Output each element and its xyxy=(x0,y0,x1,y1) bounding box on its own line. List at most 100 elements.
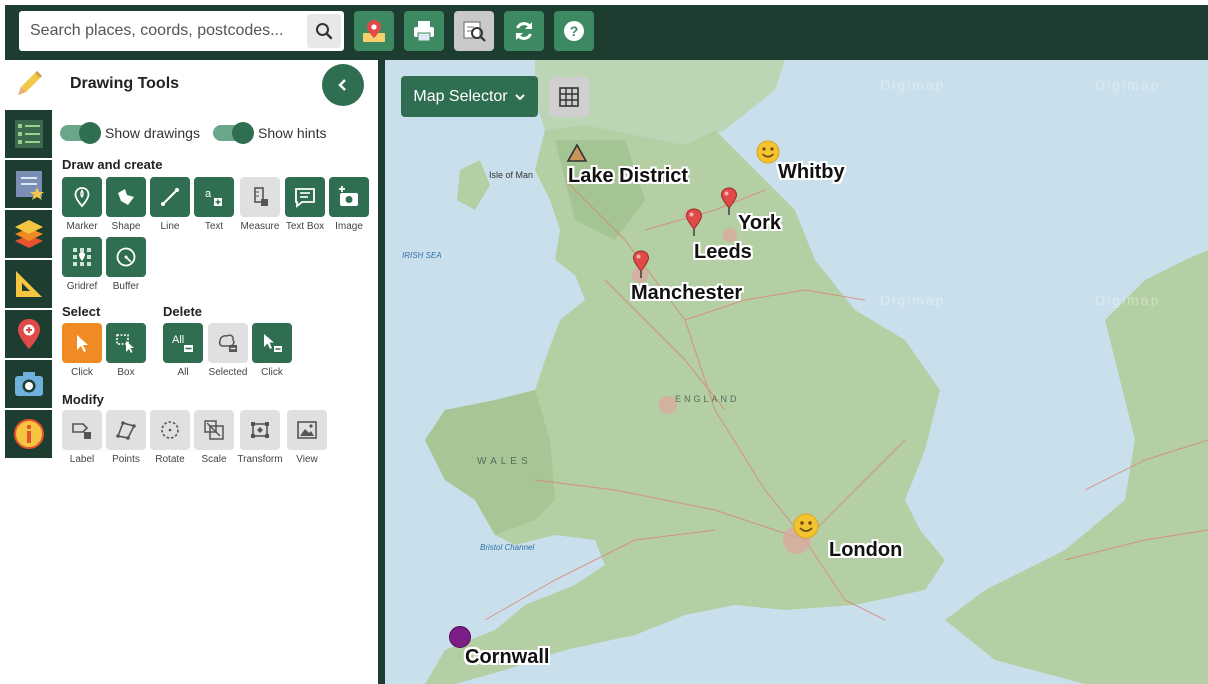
rail-layers[interactable] xyxy=(5,210,52,258)
rail-info[interactable] xyxy=(5,410,52,458)
modify-transform-button[interactable] xyxy=(240,410,280,450)
line-button[interactable] xyxy=(150,177,190,217)
modify-label-button[interactable] xyxy=(62,410,102,450)
drawing-tools-panel: Drawing Tools Show drawings Show hints D… xyxy=(52,60,378,684)
camera-icon xyxy=(14,372,43,396)
tool-shape[interactable]: Shape xyxy=(104,177,148,232)
panel-divider[interactable] xyxy=(378,60,385,684)
delete-click-icon xyxy=(264,334,282,352)
collapse-panel-button[interactable] xyxy=(322,64,364,106)
tool-buffer[interactable]: Buffer xyxy=(104,237,148,292)
delete-click-button[interactable] xyxy=(252,323,292,363)
rail-legend[interactable] xyxy=(5,110,52,158)
red-pin-marker-icon[interactable] xyxy=(684,207,704,237)
search-input[interactable] xyxy=(19,11,304,51)
tool-select-click[interactable]: Click xyxy=(60,323,104,378)
show-hints-switch[interactable] xyxy=(213,122,254,144)
buffer-button[interactable] xyxy=(106,237,146,277)
place-marker-button[interactable] xyxy=(354,11,394,51)
tool-label: Selected xyxy=(208,367,248,378)
text-button[interactable]: a xyxy=(194,177,234,217)
search-button[interactable] xyxy=(307,14,341,48)
place-label-london: London xyxy=(829,539,903,561)
tool-line[interactable]: Line xyxy=(148,177,192,232)
tool-label: Gridref xyxy=(66,281,98,292)
show-drawings-toggle[interactable]: Show drawings xyxy=(60,122,200,144)
modify-points-button[interactable] xyxy=(106,410,146,450)
draw-and-create-heading: Draw and create xyxy=(62,157,163,172)
print-button[interactable] xyxy=(404,11,444,51)
shape-button[interactable] xyxy=(106,177,146,217)
place-label-york: York xyxy=(738,212,781,234)
buffer-icon xyxy=(116,247,136,267)
smiley-marker-icon[interactable] xyxy=(792,512,820,540)
watermark: Digimap xyxy=(880,77,945,93)
tool-image[interactable]: Image xyxy=(327,177,371,232)
image-button[interactable] xyxy=(329,177,369,217)
tool-label: Text xyxy=(204,221,224,232)
text-box-icon xyxy=(295,188,315,208)
modify-view-button[interactable] xyxy=(287,410,327,450)
show-hints-toggle[interactable]: Show hints xyxy=(213,122,326,144)
grid-toggle-button[interactable] xyxy=(549,77,589,117)
delete-selected-button[interactable] xyxy=(208,323,248,363)
transform-icon xyxy=(251,422,269,438)
red-pin-marker-icon[interactable] xyxy=(631,249,651,279)
panel-title: Drawing Tools xyxy=(70,75,180,92)
triangle-marker-icon[interactable] xyxy=(566,143,588,163)
tool-text[interactable]: a Text xyxy=(192,177,236,232)
tool-text-box[interactable]: Text Box xyxy=(283,177,327,232)
chevron-left-icon xyxy=(338,79,346,91)
tool-modify-transform[interactable]: Transform xyxy=(237,410,283,465)
tool-modify-rotate[interactable]: Rotate xyxy=(148,410,192,465)
tool-delete-click[interactable]: Click xyxy=(250,323,294,378)
measure-icon xyxy=(254,187,268,206)
tool-select-box[interactable]: Box xyxy=(104,323,148,378)
delete-all-button[interactable]: All xyxy=(163,323,203,363)
tool-delete-all[interactable]: All All xyxy=(161,323,205,378)
text-box-button[interactable] xyxy=(285,177,325,217)
view-image-icon xyxy=(297,421,317,439)
help-icon: ? xyxy=(564,21,584,41)
tool-modify-label[interactable]: Label xyxy=(60,410,104,465)
tool-label: Image xyxy=(335,221,363,232)
help-button[interactable]: ? xyxy=(554,11,594,51)
edit-points-icon xyxy=(116,421,136,440)
tool-modify-scale[interactable]: Scale xyxy=(192,410,236,465)
rail-drawing-tools[interactable] xyxy=(5,60,52,108)
map-view[interactable]: IRISH SEA Isle of Man WALES ENGLAND Bris… xyxy=(385,60,1208,684)
tool-gridref[interactable]: Gridref xyxy=(60,237,104,292)
watermark: Digimap xyxy=(1095,292,1160,308)
show-drawings-switch[interactable] xyxy=(60,122,101,144)
tool-label: Buffer xyxy=(112,281,140,292)
marker-button[interactable] xyxy=(62,177,102,217)
rail-measure[interactable] xyxy=(5,260,52,308)
modify-scale-button[interactable] xyxy=(194,410,234,450)
watermark: Digimap xyxy=(880,292,945,308)
watermark: Digimap xyxy=(1095,77,1160,93)
red-pin-marker-icon[interactable] xyxy=(719,186,739,216)
rail-camera[interactable] xyxy=(5,360,52,408)
tool-delete-selected[interactable]: Selected xyxy=(206,323,250,378)
rail-location[interactable] xyxy=(5,310,52,358)
measure-button[interactable] xyxy=(240,177,280,217)
delete-all-glyph: All xyxy=(172,334,184,346)
tool-measure[interactable]: Measure xyxy=(238,177,282,232)
place-label-manchester: Manchester xyxy=(631,282,743,304)
map-selector-button[interactable]: Map Selector xyxy=(401,76,538,117)
tool-marker[interactable]: Marker xyxy=(60,177,104,232)
modify-rotate-button[interactable] xyxy=(150,410,190,450)
tool-label: Rotate xyxy=(155,454,185,465)
select-click-button[interactable] xyxy=(62,323,102,363)
refresh-button[interactable] xyxy=(504,11,544,51)
zoom-map-button[interactable] xyxy=(454,11,494,51)
gridref-button[interactable] xyxy=(62,237,102,277)
refresh-icon xyxy=(516,22,532,40)
tool-modify-view[interactable]: View xyxy=(285,410,329,465)
tool-modify-points[interactable]: Points xyxy=(104,410,148,465)
gridref-icon xyxy=(73,248,91,266)
saved-maps-icon xyxy=(15,171,44,200)
rail-saved-maps[interactable] xyxy=(5,160,52,208)
select-heading: Select xyxy=(62,304,101,319)
select-box-button[interactable] xyxy=(106,323,146,363)
